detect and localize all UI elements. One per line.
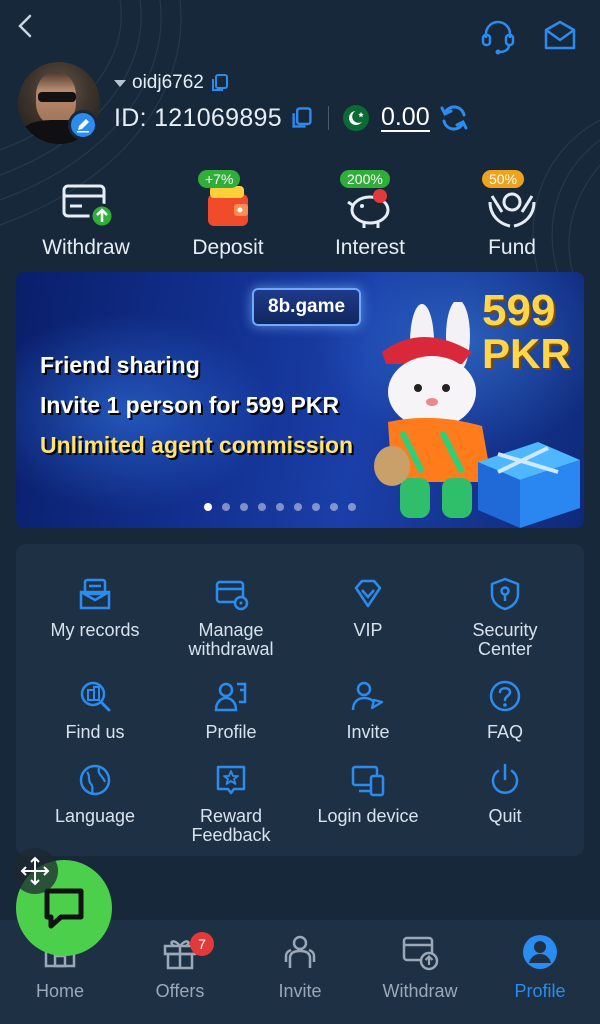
menu-item-reward-feedback[interactable]: Reward Feedback — [160, 762, 302, 845]
diamond-icon — [354, 579, 382, 608]
move-arrows-icon — [20, 856, 50, 886]
people-icon — [284, 935, 316, 968]
deposit-action[interactable]: +7% Deposit — [158, 170, 298, 260]
nav-label: Home — [35, 981, 84, 1001]
menu-item-vip[interactable]: VIP — [297, 576, 439, 640]
search-building-icon — [80, 681, 111, 712]
refresh-icon[interactable] — [438, 102, 470, 134]
menu-item-quit[interactable]: Quit — [434, 762, 576, 826]
nav-withdraw[interactable]: Withdraw — [360, 932, 480, 1002]
brand-logo: 8b.game — [252, 288, 362, 326]
pakistan-flag-icon — [342, 105, 369, 131]
menu-label: Login device — [317, 806, 419, 826]
menu-label: VIP — [353, 620, 383, 640]
carousel-dot[interactable] — [312, 503, 320, 511]
menu-label: FAQ — [486, 722, 523, 742]
menu-label: Invite — [346, 722, 390, 742]
menu-label: My records — [50, 620, 140, 640]
chevron-left-icon — [18, 14, 32, 38]
interest-badge: 200% — [340, 170, 390, 188]
menu-item-security-center[interactable]: Security Center — [434, 576, 576, 659]
nav-label: Invite — [278, 981, 322, 1001]
banner-line-2: Invite 1 person for 599 PKR — [40, 392, 340, 418]
back-button[interactable] — [12, 10, 40, 42]
carousel-dot[interactable] — [240, 503, 248, 511]
banner-line-3: Unlimited agent commission — [40, 432, 354, 458]
user-id: ID: 121069895 — [114, 103, 282, 132]
user-circle-icon — [523, 935, 557, 969]
headset-icon — [481, 20, 515, 55]
question-icon — [489, 680, 521, 712]
card-upload-icon — [402, 936, 439, 971]
carousel-dot[interactable] — [348, 503, 356, 511]
promo-banner[interactable]: 8b.game 599 PKR Friend sharing Invite 1 … — [16, 272, 584, 528]
menu-label: Language — [54, 806, 136, 826]
id-balance-row: ID: 121069895 0.00 — [114, 102, 470, 134]
withdraw-label: Withdraw — [42, 236, 130, 259]
nav-label: Withdraw — [382, 981, 458, 1001]
support-button[interactable] — [478, 16, 518, 56]
menu-label: Reward Feedback — [191, 806, 271, 845]
mail-button[interactable] — [540, 16, 580, 56]
drag-handle[interactable] — [12, 848, 58, 894]
power-icon — [491, 763, 519, 794]
carousel-dot[interactable] — [294, 503, 302, 511]
withdraw-card-icon — [54, 172, 118, 232]
menu-card: My records Manage withdrawal VIP Security… — [16, 544, 584, 856]
fund-label: Fund — [488, 236, 536, 259]
id-card-icon — [214, 682, 247, 712]
copy-icon[interactable] — [210, 73, 230, 93]
username: oidj6762 — [132, 72, 204, 93]
menu-label: Quit — [488, 806, 522, 826]
carousel-dot[interactable] — [330, 503, 338, 511]
menu-item-login-device[interactable]: Login device — [297, 762, 439, 826]
menu-label: Security Center — [472, 620, 538, 659]
divider — [327, 106, 329, 130]
withdraw-action[interactable]: Withdraw — [16, 172, 156, 260]
menu-item-my-records[interactable]: My records — [24, 576, 166, 640]
pencil-icon — [77, 119, 89, 133]
nav-label: Profile — [514, 981, 566, 1001]
star-message-icon — [216, 765, 246, 795]
carousel-dot[interactable] — [276, 503, 284, 511]
menu-label: Manage withdrawal — [188, 620, 274, 659]
username-row: oidj6762 — [114, 72, 230, 94]
mail-icon — [544, 20, 576, 50]
shield-icon — [490, 577, 520, 611]
nav-profile[interactable]: Profile — [480, 932, 600, 1002]
nav-invite[interactable]: Invite — [240, 932, 360, 1002]
menu-label: Profile — [205, 722, 257, 742]
deposit-label: Deposit — [192, 236, 264, 259]
menu-item-profile[interactable]: Profile — [160, 678, 302, 742]
carousel-dots — [204, 503, 356, 511]
copy-id-icon[interactable] — [290, 106, 314, 130]
globe-icon — [79, 764, 111, 796]
nav-offers[interactable]: 7 Offers — [120, 932, 240, 1002]
menu-item-manage-withdrawal[interactable]: Manage withdrawal — [160, 576, 302, 659]
records-icon — [79, 578, 111, 610]
gift-box-image — [478, 442, 580, 528]
card-settings-icon — [215, 580, 249, 611]
menu-label: Find us — [65, 722, 125, 742]
menu-item-invite[interactable]: Invite — [297, 678, 439, 742]
deposit-badge: +7% — [198, 170, 241, 188]
caret-down-icon[interactable] — [114, 79, 126, 87]
carousel-dot[interactable] — [258, 503, 266, 511]
interest-label: Interest — [334, 236, 406, 259]
balance-amount: 0.00 — [380, 103, 430, 132]
edit-avatar-button[interactable] — [68, 110, 98, 140]
banner-line-1: Friend sharing — [40, 352, 200, 378]
menu-item-find-us[interactable]: Find us — [24, 678, 166, 742]
interest-action[interactable]: 200% Interest — [300, 170, 440, 260]
nav-label: Offers — [155, 981, 205, 1001]
devices-icon — [351, 765, 385, 797]
offers-count-badge: 7 — [190, 932, 214, 956]
user-share-icon — [351, 681, 384, 711]
carousel-dot[interactable] — [204, 503, 212, 511]
fund-action[interactable]: 50% Fund — [442, 170, 582, 260]
fund-badge: 50% — [482, 170, 525, 188]
menu-item-faq[interactable]: FAQ — [434, 678, 576, 742]
menu-item-language[interactable]: Language — [24, 762, 166, 826]
carousel-dot[interactable] — [222, 503, 230, 511]
